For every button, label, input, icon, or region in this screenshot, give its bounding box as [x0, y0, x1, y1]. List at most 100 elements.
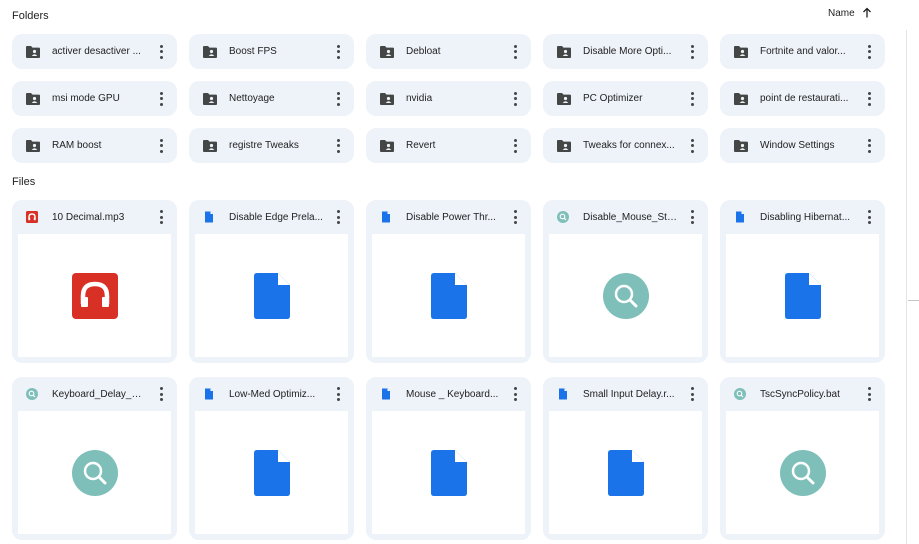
file-name: Mouse _ Keyboard... — [406, 388, 499, 400]
folder-card[interactable]: Revert — [366, 128, 531, 163]
more-options-icon[interactable] — [867, 138, 871, 153]
file-preview[interactable] — [372, 234, 525, 357]
more-options-icon[interactable] — [513, 210, 517, 224]
folder-card[interactable]: Nettoyage — [189, 81, 354, 116]
shared-folder-icon — [734, 139, 748, 152]
more-options-icon[interactable] — [690, 210, 694, 224]
document-preview-icon — [784, 272, 821, 319]
more-options-icon[interactable] — [867, 387, 871, 401]
more-options-icon[interactable] — [159, 210, 163, 224]
more-options-icon[interactable] — [867, 91, 871, 106]
folder-card[interactable]: Tweaks for connex... — [543, 128, 708, 163]
more-options-icon[interactable] — [159, 387, 163, 401]
folder-name: Window Settings — [760, 140, 835, 151]
shared-folder-icon — [734, 92, 748, 105]
file-card[interactable]: Keyboard_Delay_A... — [12, 377, 177, 540]
file-name: Low-Med Optimiz... — [229, 388, 316, 400]
shared-folder-icon — [26, 139, 40, 152]
folder-name: Tweaks for connex... — [583, 140, 675, 151]
file-card[interactable]: Disabling Hibernat... — [720, 200, 885, 363]
folder-card[interactable]: nvidia — [366, 81, 531, 116]
file-card[interactable]: TscSyncPolicy.bat — [720, 377, 885, 540]
folder-grid: activer desactiver ... Boost FPS Debloat Di… — [12, 34, 885, 163]
more-options-icon[interactable] — [336, 44, 340, 59]
folder-card[interactable]: registre Tweaks — [189, 128, 354, 163]
folder-card[interactable]: Debloat — [366, 34, 531, 69]
script-file-icon — [557, 211, 569, 223]
file-card[interactable]: Small Input Delay.r... — [543, 377, 708, 540]
more-options-icon[interactable] — [690, 387, 694, 401]
more-options-icon[interactable] — [336, 387, 340, 401]
file-preview[interactable] — [726, 411, 879, 534]
folder-name: PC Optimizer — [583, 93, 643, 104]
more-options-icon[interactable] — [159, 91, 163, 106]
file-preview[interactable] — [549, 234, 702, 357]
sort-by-name-button[interactable]: Name — [828, 7, 873, 19]
file-card-header: Disable Power Thr... — [366, 200, 531, 234]
folder-card[interactable]: Boost FPS — [189, 34, 354, 69]
file-name: Disable Edge Prela... — [229, 211, 323, 223]
arrow-up-icon — [862, 7, 871, 18]
more-options-icon[interactable] — [513, 91, 517, 106]
side-panel-handle[interactable] — [908, 300, 919, 301]
files-section-title: Files — [12, 176, 36, 188]
more-options-icon[interactable] — [336, 138, 340, 153]
more-options-icon[interactable] — [690, 138, 694, 153]
shared-folder-icon — [26, 92, 40, 105]
folder-card[interactable]: PC Optimizer — [543, 81, 708, 116]
file-card[interactable]: Mouse _ Keyboard... — [366, 377, 531, 540]
more-options-icon[interactable] — [867, 44, 871, 59]
folder-name: msi mode GPU — [52, 93, 120, 104]
file-card-header: Small Input Delay.r... — [543, 377, 708, 411]
file-card[interactable]: Disable Power Thr... — [366, 200, 531, 363]
shared-folder-icon — [557, 92, 571, 105]
more-options-icon[interactable] — [513, 138, 517, 153]
document-preview-icon — [430, 449, 467, 496]
file-card[interactable]: Disable_Mouse_Sti... — [543, 200, 708, 363]
more-options-icon[interactable] — [159, 44, 163, 59]
more-options-icon[interactable] — [513, 387, 517, 401]
file-preview[interactable] — [195, 234, 348, 357]
file-name: Disable Power Thr... — [406, 211, 496, 223]
file-card[interactable]: Low-Med Optimiz... — [189, 377, 354, 540]
more-options-icon[interactable] — [336, 91, 340, 106]
shared-folder-icon — [203, 92, 217, 105]
file-card[interactable]: Disable Edge Prela... — [189, 200, 354, 363]
more-options-icon[interactable] — [159, 138, 163, 153]
more-options-icon[interactable] — [690, 44, 694, 59]
file-preview[interactable] — [18, 411, 171, 534]
folder-name: Revert — [406, 140, 436, 151]
script-preview-icon — [779, 449, 826, 496]
document-file-icon — [382, 211, 390, 223]
script-file-icon — [734, 388, 746, 400]
file-preview[interactable] — [18, 234, 171, 357]
file-preview[interactable] — [726, 234, 879, 357]
more-options-icon[interactable] — [690, 91, 694, 106]
file-preview[interactable] — [372, 411, 525, 534]
folder-card[interactable]: activer desactiver ... — [12, 34, 177, 69]
folder-card[interactable]: point de restaurati... — [720, 81, 885, 116]
folder-card[interactable]: Fortnite and valor... — [720, 34, 885, 69]
folder-card[interactable]: RAM boost — [12, 128, 177, 163]
file-card-header: Disable_Mouse_Sti... — [543, 200, 708, 234]
audio-file-icon — [26, 211, 38, 223]
more-options-icon[interactable] — [336, 210, 340, 224]
more-options-icon[interactable] — [513, 44, 517, 59]
shared-folder-icon — [380, 45, 394, 58]
folder-name: activer desactiver ... — [52, 46, 141, 57]
folder-name: Boost FPS — [229, 46, 277, 57]
folder-card[interactable]: Disable More Opti... — [543, 34, 708, 69]
script-file-icon — [26, 388, 38, 400]
file-preview[interactable] — [549, 411, 702, 534]
more-options-icon[interactable] — [867, 210, 871, 224]
shared-folder-icon — [380, 139, 394, 152]
folders-section-title: Folders — [12, 10, 49, 22]
document-file-icon — [205, 388, 213, 400]
file-card[interactable]: 10 Decimal.mp3 — [12, 200, 177, 363]
folder-card[interactable]: Window Settings — [720, 128, 885, 163]
file-preview[interactable] — [195, 411, 348, 534]
file-grid: 10 Decimal.mp3 Disable Edge Prela... Disab… — [12, 200, 885, 540]
file-card-header: TscSyncPolicy.bat — [720, 377, 885, 411]
file-name: TscSyncPolicy.bat — [760, 388, 840, 400]
folder-card[interactable]: msi mode GPU — [12, 81, 177, 116]
